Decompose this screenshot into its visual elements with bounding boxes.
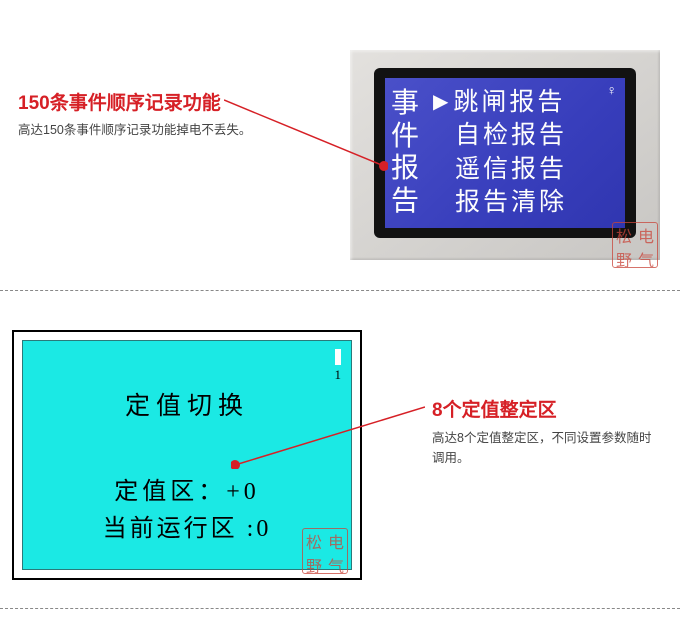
lcd2-title: 定值切换 [23, 386, 351, 422]
feature1-desc: 高达150条事件顺序记录功能掉电不丢失。 [18, 120, 268, 140]
watermark-stamp: 松 电 野 气 [302, 528, 348, 574]
lcd1-menu-item: 报告清除 [455, 188, 615, 218]
stamp-char: 气 [325, 553, 347, 577]
lcd1-header-char: 事 [391, 88, 425, 120]
feature2-title: 8个定值整定区 [432, 395, 557, 422]
feature1-title: 150条事件顺序记录功能 [18, 88, 221, 115]
stamp-char: 电 [635, 223, 657, 247]
lcd1-menu-label: 遥信报告 [455, 155, 567, 185]
lcd1-header-char: 报 [391, 153, 425, 185]
lcd1-menu-item-selected: ▶ 跳闸报告 [433, 88, 615, 118]
device1-lcd-screen: 事 件 报 告 ▶ 跳闸报告 自检报告 遥信报告 报告清除 [385, 78, 625, 228]
feature2-desc: 高达8个定值整定区，不同设置参数随时调用。 [432, 428, 662, 468]
section-divider [0, 290, 680, 291]
device1-frame: 事 件 报 告 ▶ 跳闸报告 自检报告 遥信报告 报告清除 [374, 68, 636, 238]
lcd1-menu-item: 遥信报告 [455, 155, 615, 185]
lcd1-menu-item: 自检报告 [455, 121, 615, 151]
lcd2-corner-label: 1 [335, 367, 342, 383]
selection-arrow-icon: ▶ [433, 87, 451, 117]
lcd1-header-char: 告 [391, 186, 425, 218]
lcd2-corner-indicator [335, 349, 341, 365]
lcd1-header-char: 件 [391, 121, 425, 153]
lcd1-menu: ▶ 跳闸报告 自检报告 遥信报告 报告清除 [433, 86, 615, 220]
stamp-char: 松 [303, 529, 325, 553]
device1-bezel: 事 件 报 告 ▶ 跳闸报告 自检报告 遥信报告 报告清除 [350, 50, 660, 260]
lcd1-menu-label: 报告清除 [455, 188, 567, 218]
lcd1-header-column: 事 件 报 告 [391, 86, 425, 220]
section-divider [0, 608, 680, 609]
lcd1-menu-label: 自检报告 [455, 121, 567, 151]
stamp-char: 气 [635, 247, 657, 271]
stamp-char: 野 [613, 247, 635, 271]
stamp-char: 松 [613, 223, 635, 247]
lcd1-corner-glyph: ♀ [607, 84, 618, 100]
lcd2-line2: 定值区：+0 [23, 471, 351, 506]
lcd1-menu-label: 跳闸报告 [453, 88, 565, 118]
watermark-stamp: 松 电 野 气 [612, 222, 658, 268]
stamp-char: 电 [325, 529, 347, 553]
stamp-char: 野 [303, 553, 325, 577]
